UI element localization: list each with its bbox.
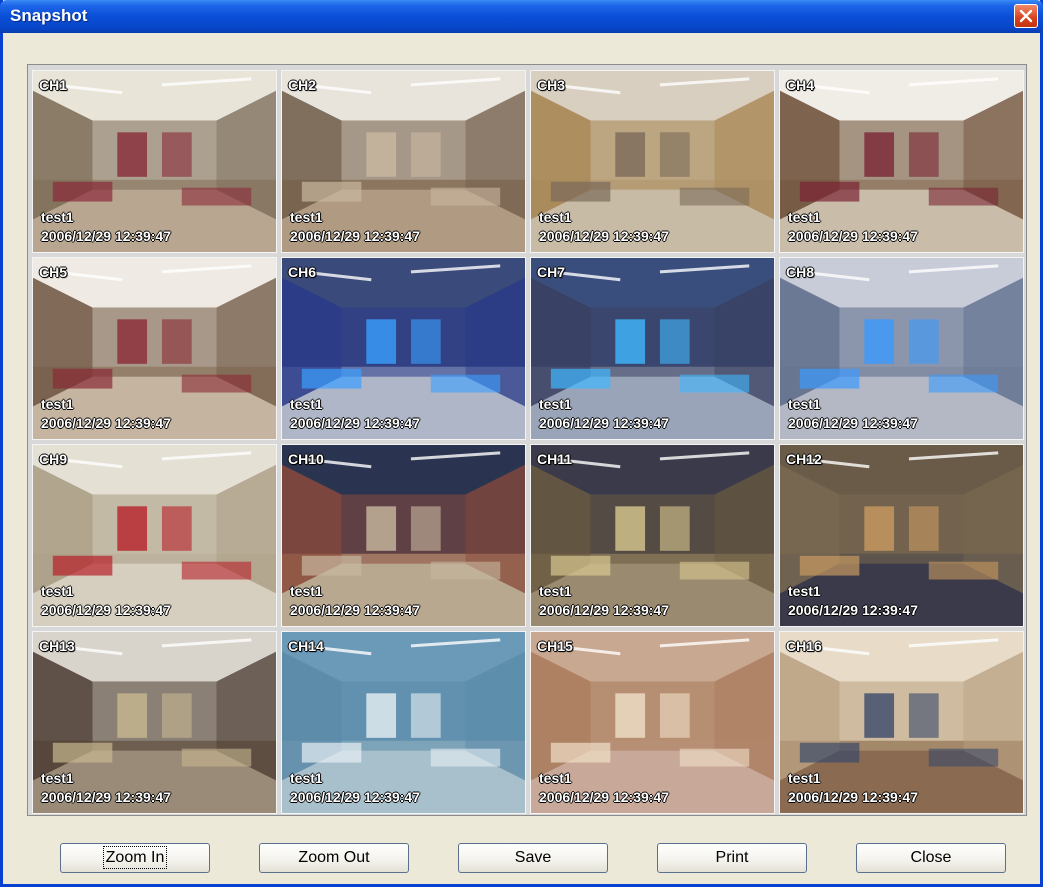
timestamp: 2006/12/29 12:39:47: [539, 415, 669, 431]
channel-label: CH13: [39, 638, 75, 654]
timestamp: 2006/12/29 12:39:47: [290, 228, 420, 244]
timestamp: 2006/12/29 12:39:47: [788, 228, 918, 244]
timestamp: 2006/12/29 12:39:47: [539, 789, 669, 805]
camera-tile[interactable]: CH10 test1 2006/12/29 12:39:47: [281, 444, 526, 627]
timestamp: 2006/12/29 12:39:47: [539, 228, 669, 244]
channel-label: CH3: [537, 77, 566, 93]
camera-name: test1: [41, 770, 74, 786]
camera-name: test1: [539, 209, 572, 225]
print-label: Print: [715, 849, 749, 866]
camera-name: test1: [41, 396, 74, 412]
timestamp: 2006/12/29 12:39:47: [290, 415, 420, 431]
camera-name: test1: [290, 209, 323, 225]
camera-tile[interactable]: CH3 test1 2006/12/29 12:39:47: [530, 70, 775, 253]
print-button[interactable]: Print: [657, 843, 807, 873]
close-button[interactable]: Close: [856, 843, 1006, 873]
channel-label: CH5: [39, 264, 68, 280]
timestamp: 2006/12/29 12:39:47: [788, 602, 918, 618]
channel-label: CH12: [786, 451, 822, 467]
channel-label: CH16: [786, 638, 822, 654]
window-title: Snapshot: [10, 6, 88, 25]
camera-name: test1: [788, 209, 821, 225]
channel-label: CH14: [288, 638, 324, 654]
zoom-in-label: Zoom In: [102, 846, 168, 869]
camera-tile[interactable]: CH13 test1 2006/12/29 12:39:47: [32, 631, 277, 814]
camera-tile[interactable]: CH11 test1 2006/12/29 12:39:47: [530, 444, 775, 627]
timestamp: 2006/12/29 12:39:47: [539, 602, 669, 618]
camera-tile[interactable]: CH2 test1 2006/12/29 12:39:47: [281, 70, 526, 253]
title-bar[interactable]: Snapshot: [0, 0, 1043, 33]
zoom-out-label: Zoom Out: [298, 849, 370, 866]
camera-name: test1: [41, 583, 74, 599]
timestamp: 2006/12/29 12:39:47: [290, 602, 420, 618]
save-button[interactable]: Save: [458, 843, 608, 873]
camera-tile[interactable]: CH14 test1 2006/12/29 12:39:47: [281, 631, 526, 814]
camera-tile[interactable]: CH1 test1 2006/12/29 12:39:47: [32, 70, 277, 253]
channel-label: CH2: [288, 77, 317, 93]
close-label: Close: [910, 849, 952, 866]
channel-label: CH8: [786, 264, 815, 280]
camera-name: test1: [539, 583, 572, 599]
channel-label: CH6: [288, 264, 317, 280]
camera-tile[interactable]: CH15 test1 2006/12/29 12:39:47: [530, 631, 775, 814]
timestamp: 2006/12/29 12:39:47: [788, 789, 918, 805]
close-x-icon: [1019, 9, 1033, 23]
camera-tile[interactable]: CH12 test1 2006/12/29 12:39:47: [779, 444, 1024, 627]
snapshot-grid-frame: CH1 test1 2006/12/29 12:39:47 CH2 test1 2006/…: [27, 64, 1027, 816]
camera-tile[interactable]: CH8 test1 2006/12/29 12:39:47: [779, 257, 1024, 440]
zoom-out-button[interactable]: Zoom Out: [259, 843, 409, 873]
camera-name: test1: [788, 770, 821, 786]
camera-tile[interactable]: CH7 test1 2006/12/29 12:39:47: [530, 257, 775, 440]
camera-tile[interactable]: CH16 test1 2006/12/29 12:39:47: [779, 631, 1024, 814]
window-close-button[interactable]: [1014, 4, 1038, 28]
camera-name: test1: [539, 396, 572, 412]
timestamp: 2006/12/29 12:39:47: [41, 602, 171, 618]
camera-tile[interactable]: CH9 test1 2006/12/29 12:39:47: [32, 444, 277, 627]
snapshot-grid: CH1 test1 2006/12/29 12:39:47 CH2 test1 2006/…: [32, 70, 1024, 814]
camera-name: test1: [788, 396, 821, 412]
camera-name: test1: [290, 770, 323, 786]
camera-name: test1: [539, 770, 572, 786]
camera-tile[interactable]: CH6 test1 2006/12/29 12:39:47: [281, 257, 526, 440]
camera-name: test1: [290, 396, 323, 412]
save-label: Save: [514, 849, 552, 866]
timestamp: 2006/12/29 12:39:47: [788, 415, 918, 431]
snapshot-window: Snapshot CH1 test1 2006/12/29 12:39:47 CH2 t…: [0, 0, 1043, 887]
timestamp: 2006/12/29 12:39:47: [290, 789, 420, 805]
camera-tile[interactable]: CH4 test1 2006/12/29 12:39:47: [779, 70, 1024, 253]
timestamp: 2006/12/29 12:39:47: [41, 415, 171, 431]
channel-label: CH11: [537, 451, 573, 467]
camera-name: test1: [788, 583, 821, 599]
camera-tile[interactable]: CH5 test1 2006/12/29 12:39:47: [32, 257, 277, 440]
camera-name: test1: [290, 583, 323, 599]
timestamp: 2006/12/29 12:39:47: [41, 228, 171, 244]
zoom-in-button[interactable]: Zoom In: [60, 843, 210, 873]
channel-label: CH10: [288, 451, 324, 467]
timestamp: 2006/12/29 12:39:47: [41, 789, 171, 805]
channel-label: CH4: [786, 77, 815, 93]
channel-label: CH15: [537, 638, 573, 654]
channel-label: CH1: [39, 77, 68, 93]
channel-label: CH9: [39, 451, 68, 467]
camera-name: test1: [41, 209, 74, 225]
channel-label: CH7: [537, 264, 566, 280]
